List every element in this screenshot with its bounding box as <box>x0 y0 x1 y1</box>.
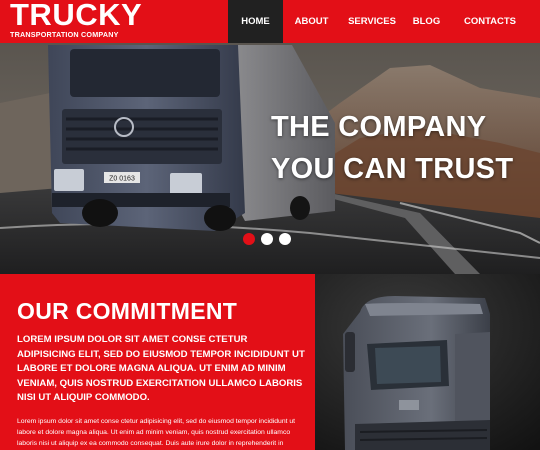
logo-tagline: TRANSPORTATION COMPANY <box>10 30 119 39</box>
truck-cab-image <box>315 274 540 450</box>
commitment-title: OUR COMMITMENT <box>17 298 238 324</box>
hero-headline-line-1: THE COMPANY <box>271 111 487 143</box>
commitment-lead-text: LOREM IPSUM DOLOR SIT AMET CONSE CTETUR … <box>17 334 305 403</box>
commitment-section: OUR COMMITMENT LOREM IPSUM DOLOR SIT AME… <box>0 274 315 450</box>
slider-dot-1[interactable] <box>243 233 255 245</box>
logo[interactable]: TRUCKY TRANSPORTATION COMPANY <box>10 0 170 43</box>
site-header: TRUCKY TRANSPORTATION COMPANY HOME ABOUT… <box>0 0 540 43</box>
nav-item-blog[interactable]: BLOG <box>404 0 449 43</box>
main-nav: HOME ABOUT SERVICES BLOG CONTACTS <box>228 0 531 43</box>
nav-item-about[interactable]: ABOUT <box>283 0 340 43</box>
license-plate: Z0 0163 <box>109 176 135 183</box>
nav-item-home[interactable]: HOME <box>228 0 283 43</box>
slider-dot-2[interactable] <box>261 233 273 245</box>
truck-cab-illustration <box>315 274 540 450</box>
commitment-body-text: Lorem ipsum dolor sit amet conse ctetur … <box>17 418 296 448</box>
slider-pagination <box>243 233 291 245</box>
slider-dot-3[interactable] <box>279 233 291 245</box>
logo-title: TRUCKY <box>10 0 143 32</box>
nav-item-services[interactable]: SERVICES <box>340 0 404 43</box>
nav-item-contacts[interactable]: CONTACTS <box>449 0 531 43</box>
hero-headline-line-2: YOU CAN TRUST <box>271 153 514 185</box>
